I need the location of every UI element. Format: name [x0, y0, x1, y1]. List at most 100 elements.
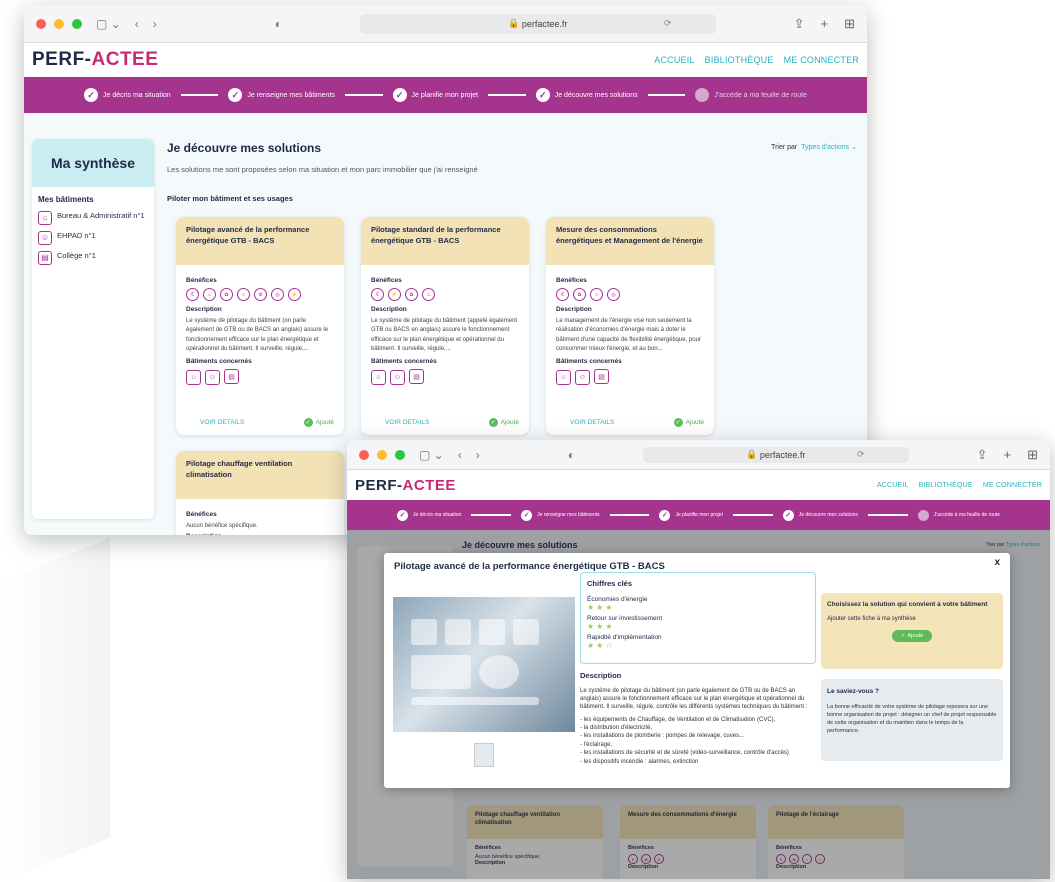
benefit-icon: ✿: [405, 288, 418, 301]
close-dot[interactable]: [359, 449, 369, 460]
step-4[interactable]: ✓ Je découvre mes solutions: [535, 88, 638, 102]
maximize-dot[interactable]: [395, 449, 405, 460]
new-tab-icon[interactable]: +: [821, 16, 829, 32]
back-icon[interactable]: ‹: [135, 17, 139, 31]
added-toggle[interactable]: ✓ Ajouté: [303, 418, 334, 427]
url-text: perfactee.fr: [521, 18, 568, 29]
group-title: Piloter mon bâtiment et ses usages: [167, 194, 293, 203]
solution-card[interactable]: Pilotage standard de la performance éner…: [361, 217, 529, 435]
share-icon[interactable]: ⇪: [977, 447, 988, 463]
benefit-icon: ⚡: [288, 288, 301, 301]
step-5[interactable]: J'accède à ma feuille de route: [695, 88, 807, 102]
choice-panel: Choisissez la solution qui convient à vo…: [821, 593, 1003, 669]
logo[interactable]: PERF-ACTEE: [355, 477, 456, 494]
nav-accueil[interactable]: ACCUEIL: [877, 482, 909, 489]
close-button[interactable]: x: [994, 557, 1000, 568]
minimize-dot[interactable]: [377, 449, 387, 460]
step-1[interactable]: ✓ Je décris ma situation: [397, 509, 461, 521]
tabs-icon[interactable]: ⊞: [844, 16, 855, 32]
check-icon: ✓: [782, 509, 794, 521]
tip-panel: Le saviez-vous ? La bonne efficacité de …: [821, 679, 1003, 761]
browser-window-front: ▢ ⌄ ‹ › ◐ 🔒 perfactee.fr ⟳ ⇪ + ⊞ PERF-ACTEE…: [347, 440, 1050, 879]
site-header: PERF-ACTEE ACCUEIL BIBLIOTHÈQUE ME CONNE…: [24, 43, 867, 77]
office-icon: ⌂: [371, 369, 386, 385]
sidebar-toggle-icon[interactable]: ▢ ⌄: [96, 17, 121, 31]
key-figures: Chiffres clés Économies d'énergie ★★★ Ret…: [580, 572, 816, 664]
forward-icon[interactable]: ›: [476, 448, 480, 462]
image-thumbnail[interactable]: [474, 743, 494, 767]
new-tab-icon[interactable]: +: [1004, 447, 1012, 463]
rating-stars: ★★★: [587, 622, 615, 631]
shield-icon[interactable]: ◐: [568, 448, 575, 462]
reload-icon[interactable]: ⟳: [664, 18, 672, 29]
nav-bibliotheque[interactable]: BIBLIOTHÈQUE: [919, 482, 973, 489]
shield-icon[interactable]: ◐: [275, 17, 282, 31]
back-icon[interactable]: ‹: [458, 448, 462, 462]
rating-stars: ★★☆: [587, 641, 615, 650]
benefit-icon: ✿: [220, 288, 233, 301]
reload-icon[interactable]: ⟳: [857, 449, 865, 460]
card-description: Le système de pilotage du bâtiment (appe…: [371, 318, 518, 352]
school-icon: ▤: [409, 369, 424, 385]
check-icon: ✓: [488, 418, 498, 427]
address-bar[interactable]: 🔒 perfactee.fr ⟳: [642, 446, 909, 463]
rating-stars: ★★★: [587, 603, 615, 612]
school-icon: ▤: [224, 369, 239, 385]
lock-icon: 🔒: [508, 18, 522, 28]
share-icon[interactable]: ⇪: [794, 16, 805, 32]
step-circle-icon: [917, 509, 929, 521]
nav-connect[interactable]: ME CONNECTER: [784, 55, 859, 65]
page-title: Je découvre mes solutions: [167, 141, 322, 155]
page-subtitle: Les solutions me sont proposées selon ma…: [167, 165, 478, 174]
ehpad-icon: ☺: [390, 369, 405, 385]
added-toggle[interactable]: ✓ Ajouté: [673, 418, 704, 427]
forward-icon[interactable]: ›: [153, 17, 157, 31]
progress-steps: ✓ Je décris ma situation ✓ Je renseigne me…: [347, 500, 1050, 530]
check-icon: ✓: [900, 633, 906, 639]
step-1[interactable]: ✓ Je décris ma situation: [84, 88, 171, 102]
sidebar: Ma synthèse Mes bâtiments ⌂ Bureau & Admi…: [32, 139, 154, 519]
step-2[interactable]: ✓ Je renseigne mes bâtiments: [228, 88, 335, 102]
chevron-down-icon: ⌄: [851, 144, 857, 151]
solution-card[interactable]: Mesure des consommations énergétiques et…: [546, 217, 714, 435]
logo[interactable]: PERF-ACTEE: [32, 49, 158, 71]
added-toggle[interactable]: ✓ Ajouté: [488, 418, 519, 427]
minimize-dot[interactable]: [54, 18, 64, 29]
building-item[interactable]: ⌂ Bureau & Administratif n°1: [32, 208, 154, 228]
details-link[interactable]: VOIR DETAILS: [200, 419, 244, 426]
ehpad-icon: ☺: [575, 369, 590, 385]
office-icon: ⌂: [38, 211, 52, 225]
nav-connect[interactable]: ME CONNECTER: [983, 482, 1042, 489]
step-4[interactable]: ✓ Je découvre mes solutions: [782, 509, 858, 521]
main-area: Je découvre mes solutions Les solutions …: [167, 141, 867, 203]
step-5[interactable]: J'accède à ma feuille de route: [917, 509, 1000, 521]
close-dot[interactable]: [36, 18, 46, 29]
details-link[interactable]: VOIR DETAILS: [385, 419, 429, 426]
sort-dropdown[interactable]: Trier par Types d'actions ⌄: [771, 143, 857, 151]
nav-bibliotheque[interactable]: BIBLIOTHÈQUE: [705, 55, 774, 65]
building-item[interactable]: ☺ EHPAD n°1: [32, 228, 154, 248]
building-item[interactable]: ▤ Collège n°1: [32, 248, 154, 268]
office-icon: ⌂: [556, 369, 571, 385]
solution-card[interactable]: Pilotage avancé de la performance énergé…: [176, 217, 344, 435]
solution-card[interactable]: Pilotage chauffage ventilation climatisa…: [176, 451, 344, 535]
url-text: perfactee.fr: [759, 449, 806, 460]
step-2[interactable]: ✓ Je renseigne mes bâtiments: [521, 509, 600, 521]
step-3[interactable]: ✓ Je planifie mon projet: [392, 88, 478, 102]
sidebar-toggle-icon[interactable]: ▢ ⌄: [419, 448, 444, 462]
benefit-icon: ☼: [590, 288, 603, 301]
tabs-icon[interactable]: ⊞: [1027, 447, 1038, 463]
address-bar[interactable]: 🔒 perfactee.fr ⟳: [359, 13, 716, 34]
card-title: Pilotage standard de la performance éner…: [361, 217, 529, 265]
ehpad-icon: ☺: [205, 369, 220, 385]
step-circle-icon: [695, 88, 710, 102]
added-button[interactable]: ✓ Ajouté: [892, 630, 932, 642]
step-3[interactable]: ✓ Je planifie mon projet: [659, 509, 723, 521]
check-icon: ✓: [303, 418, 313, 427]
nav-accueil[interactable]: ACCUEIL: [654, 55, 694, 65]
details-link[interactable]: VOIR DETAILS: [570, 419, 614, 426]
modal-title: Pilotage avancé de la performance énergé…: [394, 561, 665, 572]
check-icon: ✓: [397, 509, 408, 521]
card-title: Pilotage chauffage ventilation climatisa…: [176, 451, 344, 499]
maximize-dot[interactable]: [72, 18, 82, 29]
